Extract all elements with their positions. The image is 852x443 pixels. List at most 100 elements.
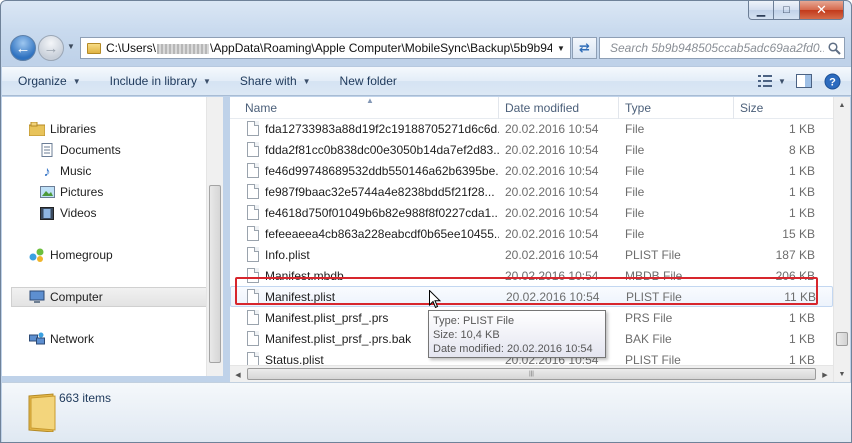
refresh-button[interactable]: ⇄: [572, 37, 597, 59]
nav-pane-scrollbar[interactable]: [206, 97, 223, 376]
file-row[interactable]: Manifest.mbdb 20.02.2016 10:54 MBDB File 20…: [230, 265, 833, 286]
file-type: PLIST File: [626, 289, 682, 304]
new-folder-button[interactable]: New folder: [340, 74, 397, 88]
organize-menu[interactable]: Organize ▼: [18, 74, 81, 88]
scroll-right-arrow-icon[interactable]: ▶: [817, 366, 833, 383]
tooltip-type: Type: PLIST File: [433, 315, 515, 327]
scroll-down-arrow-icon[interactable]: ▼: [834, 366, 850, 382]
search-placeholder: Search 5b9b948505ccab5adc69aa2fd0...: [610, 41, 824, 55]
address-bar[interactable]: C:\Users\ \AppData\Roaming\Apple Computer…: [80, 37, 571, 59]
file-name: fefeeaeea4cb863a228eabcdf0b65ee10455...: [265, 226, 499, 241]
scroll-left-arrow-icon[interactable]: ◀: [230, 366, 246, 383]
file-size: 1 KB: [788, 184, 815, 199]
column-type-label: Type: [625, 100, 652, 115]
redacted-username: [157, 43, 210, 54]
column-date-modified[interactable]: Date modified: [499, 96, 619, 119]
network-icon: [29, 332, 45, 346]
mouse-cursor-icon: [429, 289, 442, 312]
nav-network[interactable]: Network: [29, 330, 94, 348]
nav-documents[interactable]: Documents: [39, 141, 121, 159]
horizontal-scroll-thumb[interactable]: |||: [247, 368, 816, 380]
help-icon: ?: [824, 73, 840, 89]
nav-pictures-label: Pictures: [60, 185, 104, 199]
file-row[interactable]: fe4618d750f01049b6b82e988f8f0227cda1... 2…: [230, 202, 833, 223]
nav-videos[interactable]: Videos: [39, 204, 96, 222]
search-box[interactable]: Search 5b9b948505ccab5adc69aa2fd0...: [599, 37, 845, 59]
file-date-modified: 20.02.2016 10:54: [505, 226, 599, 241]
file-list-horizontal-scrollbar[interactable]: ◀ ||| ▶: [230, 365, 833, 382]
address-dropdown-icon[interactable]: ▼: [552, 38, 570, 58]
caption-buttons: ▁ □ ✕: [748, 1, 844, 21]
nav-computer[interactable]: Computer: [11, 287, 207, 307]
folder-large-icon: [27, 388, 57, 435]
music-icon: ♪: [43, 163, 51, 179]
file-size: 1 KB: [788, 121, 815, 136]
minimize-button[interactable]: ▁: [748, 1, 774, 20]
column-size[interactable]: Size: [734, 97, 819, 119]
svg-text:?: ?: [829, 76, 836, 88]
file-name: Manifest.plist_prsf_.prs.bak: [265, 331, 412, 346]
organize-label: Organize: [18, 74, 67, 88]
file-size: 15 KB: [782, 226, 815, 241]
nav-libraries[interactable]: Libraries: [29, 120, 96, 138]
file-row[interactable]: Info.plist 20.02.2016 10:54 PLIST File 187 …: [230, 244, 833, 265]
file-type: File: [625, 142, 645, 157]
nav-documents-label: Documents: [60, 143, 121, 157]
nav-pane-scroll-thumb[interactable]: [209, 185, 221, 363]
folder-icon: [87, 42, 101, 54]
nav-music-label: Music: [60, 164, 92, 178]
file-date-modified: 20.02.2016 10:54: [505, 205, 599, 220]
file-icon: [247, 331, 259, 346]
include-in-library-menu[interactable]: Include in library ▼: [110, 74, 211, 88]
file-type: File: [625, 226, 645, 241]
details-pane: 663 items: [2, 382, 851, 442]
recent-pages-dropdown[interactable]: ▼: [67, 42, 75, 51]
forward-arrow-icon: →: [43, 39, 59, 57]
file-row[interactable]: fda12733983a88d19f2c19188705271d6c6d... 2…: [230, 118, 833, 139]
scroll-up-arrow-icon[interactable]: ▲: [834, 97, 850, 113]
file-name: fe46d99748689532ddb550146a62b6395be...: [265, 163, 499, 178]
command-bar: Organize ▼ Include in library ▼ Share with…: [2, 66, 851, 96]
file-date-modified: 20.02.2016 10:54: [505, 163, 599, 178]
file-type: File: [625, 121, 645, 136]
back-button[interactable]: ←: [10, 35, 36, 61]
file-row[interactable]: Manifest.plist 20.02.2016 10:54 PLIST File…: [230, 286, 833, 307]
file-row[interactable]: fdda2f81cc0b838dc00e3050b14da7ef2d83... 2…: [230, 139, 833, 160]
file-row[interactable]: fe46d99748689532ddb550146a62b6395be... 20…: [230, 160, 833, 181]
file-list-vertical-scrollbar[interactable]: ▲ ▼: [833, 97, 850, 382]
nav-homegroup[interactable]: Homegroup: [29, 246, 113, 264]
maximize-button[interactable]: □: [774, 1, 800, 20]
column-name-label: Name: [245, 100, 278, 115]
vertical-scroll-thumb[interactable]: [836, 332, 848, 346]
file-icon: [247, 268, 259, 283]
file-type: File: [625, 163, 645, 178]
help-button[interactable]: ?: [821, 71, 843, 91]
preview-pane-icon: [796, 74, 812, 88]
nav-music[interactable]: ♪ Music: [39, 162, 92, 180]
forward-button[interactable]: →: [38, 35, 64, 61]
file-name-cell: fefeeaeea4cb863a228eabcdf0b65ee10455...: [230, 226, 499, 241]
file-size: 187 KB: [775, 247, 815, 262]
share-with-menu[interactable]: Share with ▼: [240, 74, 311, 88]
file-name-cell: fe46d99748689532ddb550146a62b6395be...: [230, 163, 499, 178]
more-options-button[interactable]: ▼: [777, 71, 787, 91]
column-type[interactable]: Type: [619, 96, 734, 119]
file-icon: [247, 226, 259, 241]
search-icon[interactable]: [824, 41, 844, 55]
file-size: 11 KB: [784, 289, 816, 304]
column-name[interactable]: ▲ Name: [230, 96, 499, 119]
preview-pane-button[interactable]: [793, 71, 815, 91]
nav-pictures[interactable]: Pictures: [39, 183, 103, 201]
nav-homegroup-label: Homegroup: [50, 248, 113, 262]
file-size: 8 KB: [788, 142, 815, 157]
address-path[interactable]: C:\Users\ \AppData\Roaming\Apple Computer…: [106, 41, 552, 55]
file-name-cell: fe4618d750f01049b6b82e988f8f0227cda1...: [230, 205, 499, 220]
change-view-button[interactable]: [755, 71, 777, 91]
address-path-suffix: \AppData\Roaming\Apple Computer\MobileSy…: [210, 41, 552, 55]
libraries-icon: [29, 122, 45, 136]
homegroup-icon: [29, 248, 45, 262]
file-icon: [247, 163, 259, 178]
file-row[interactable]: fefeeaeea4cb863a228eabcdf0b65ee10455... 2…: [230, 223, 833, 244]
close-button[interactable]: ✕: [800, 1, 844, 20]
file-row[interactable]: fe987f9baac32e5744a4e8238bdd5f21f28... 20…: [230, 181, 833, 202]
